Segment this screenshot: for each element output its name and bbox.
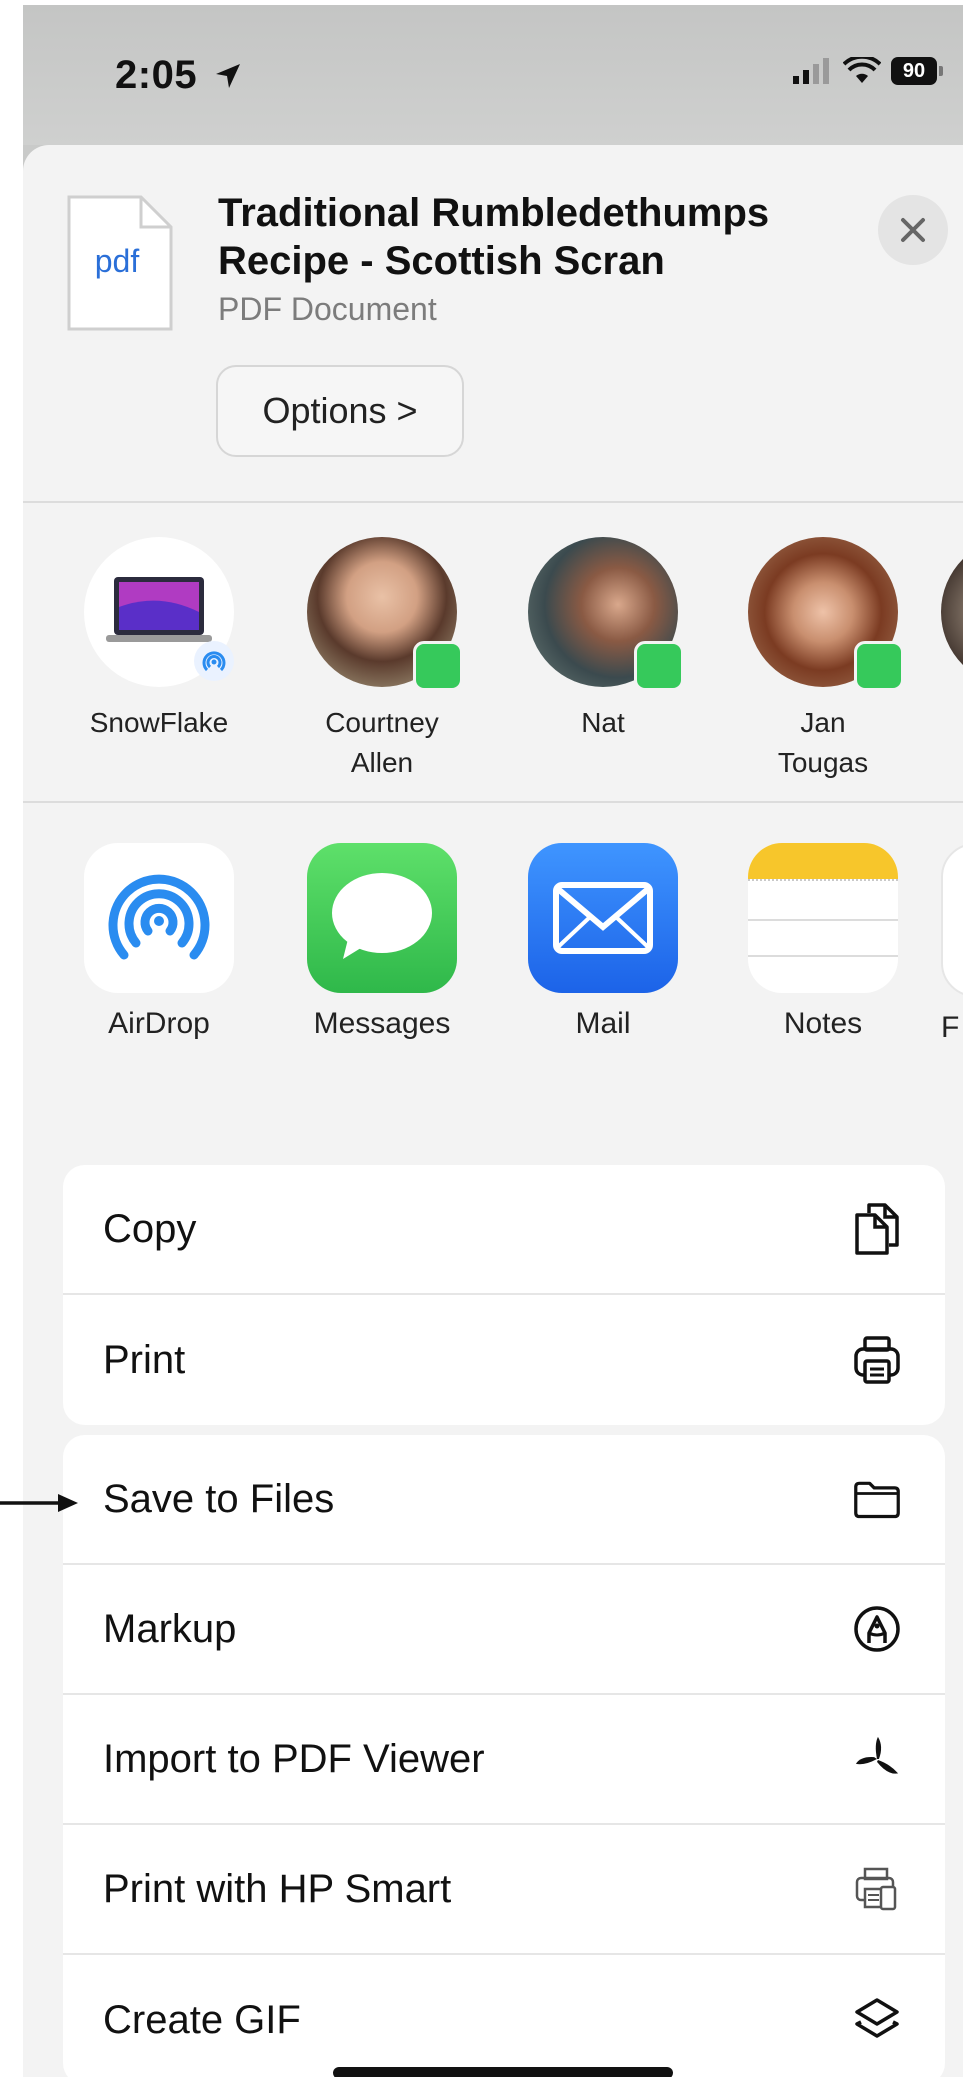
home-indicator (333, 2067, 673, 2077)
action-label: Print with HP Smart (103, 1866, 452, 1911)
person-name: Jan Tougas (723, 703, 923, 783)
cellular-signal-icon (793, 58, 829, 84)
messages-badge-icon (854, 641, 904, 691)
messages-badge-icon (413, 641, 463, 691)
apps-row: AirDrop Messages Mail Notes F (23, 803, 963, 1063)
app-label: F (941, 1011, 960, 1044)
person-jan-tougas[interactable]: Jan Tougas (723, 537, 923, 783)
app-label: Notes (783, 1007, 863, 1040)
annotation-arrow-icon (0, 1494, 78, 1512)
title-line-1: Traditional Rumbledethumps (218, 191, 770, 235)
person-name-line1: Courtney (325, 707, 439, 738)
contact-avatar (748, 537, 904, 691)
actions-group-2: Save to Files Markup Import to PDF Viewe… (63, 1435, 945, 2077)
action-label: Copy (103, 1206, 197, 1251)
app-label: Messages (313, 1007, 451, 1040)
notes-icon (748, 843, 898, 993)
app-airdrop[interactable]: AirDrop (59, 843, 259, 1041)
location-arrow-icon (215, 64, 240, 88)
copy-action[interactable]: Copy (63, 1165, 945, 1295)
person-name-line2: Tougas (777, 747, 869, 778)
print-hp-smart-action[interactable]: Print with HP Smart (63, 1825, 945, 1955)
markup-icon (853, 1605, 901, 1653)
person-courtney-allen[interactable]: Courtney Allen (282, 537, 482, 783)
action-label: Create GIF (103, 1997, 301, 2042)
copy-icon (853, 1203, 901, 1255)
wifi-icon (843, 57, 881, 83)
status-bar: 2:05 90 (23, 5, 963, 145)
partial-contact-avatar[interactable] (941, 537, 963, 687)
create-gif-action[interactable]: Create GIF (63, 1955, 945, 2077)
layers-icon (853, 1996, 901, 2044)
battery-level: 90 (891, 57, 937, 85)
airdrop-icon (84, 843, 234, 993)
time-text: 2:05 (115, 53, 198, 97)
action-label: Print (103, 1337, 186, 1382)
save-to-files-action[interactable]: Save to Files (63, 1435, 945, 1565)
contact-avatar (528, 537, 684, 691)
document-title: Traditional Rumbledethumps Recipe - Scot… (218, 189, 778, 285)
messages-badge-icon (634, 641, 684, 691)
app-mail[interactable]: Mail (503, 843, 703, 1041)
close-button[interactable] (878, 195, 948, 265)
people-row: SnowFlake Courtney Allen Nat Jan Tougas (23, 501, 963, 803)
printer-icon (853, 1336, 901, 1384)
mail-icon (528, 843, 678, 993)
folder-icon (853, 1475, 901, 1523)
close-icon (901, 218, 925, 242)
share-header: pdf Traditional Rumbledethumps Recipe - … (23, 145, 963, 503)
person-name: Courtney Allen (282, 703, 482, 783)
phone-screen: 2:05 90 pdf Traditional Rumbledethumps R… (23, 5, 963, 2077)
import-pdf-viewer-action[interactable]: Import to PDF Viewer (63, 1695, 945, 1825)
app-partial[interactable]: F (941, 843, 963, 1045)
status-time: 2:05 (115, 53, 243, 98)
pdf-viewer-icon (853, 1735, 901, 1783)
actions-group-1: Copy Print (63, 1165, 945, 1425)
person-name: SnowFlake (89, 707, 229, 738)
print-action[interactable]: Print (63, 1295, 945, 1425)
options-button[interactable]: Options > (216, 365, 464, 457)
share-sheet: pdf Traditional Rumbledethumps Recipe - … (23, 145, 963, 2077)
hp-smart-icon (853, 1865, 901, 1913)
person-name-line2: Allen (350, 747, 414, 778)
person-snowflake[interactable]: SnowFlake (59, 537, 259, 743)
messages-icon (307, 843, 457, 993)
person-nat[interactable]: Nat (503, 537, 703, 743)
partial-app-icon (941, 843, 963, 997)
pdf-label: pdf (94, 243, 140, 279)
title-line-2: Recipe - Scottish Scran (218, 239, 665, 283)
contact-avatar (307, 537, 463, 691)
action-label: Markup (103, 1606, 237, 1651)
app-label: Mail (575, 1007, 631, 1040)
action-label: Import to PDF Viewer (103, 1736, 485, 1781)
pdf-document-icon: pdf (65, 193, 175, 333)
action-label: Save to Files (103, 1476, 335, 1521)
app-label: AirDrop (108, 1007, 210, 1040)
battery-icon: 90 (891, 57, 943, 85)
person-name: Nat (581, 707, 625, 738)
airdrop-badge-icon (194, 641, 234, 681)
device-avatar (84, 537, 234, 687)
document-type: PDF Document (218, 291, 437, 327)
app-notes[interactable]: Notes (723, 843, 923, 1041)
status-icons: 90 (793, 57, 943, 85)
app-messages[interactable]: Messages (282, 843, 482, 1041)
person-name-line1: Jan (800, 707, 846, 738)
markup-action[interactable]: Markup (63, 1565, 945, 1695)
